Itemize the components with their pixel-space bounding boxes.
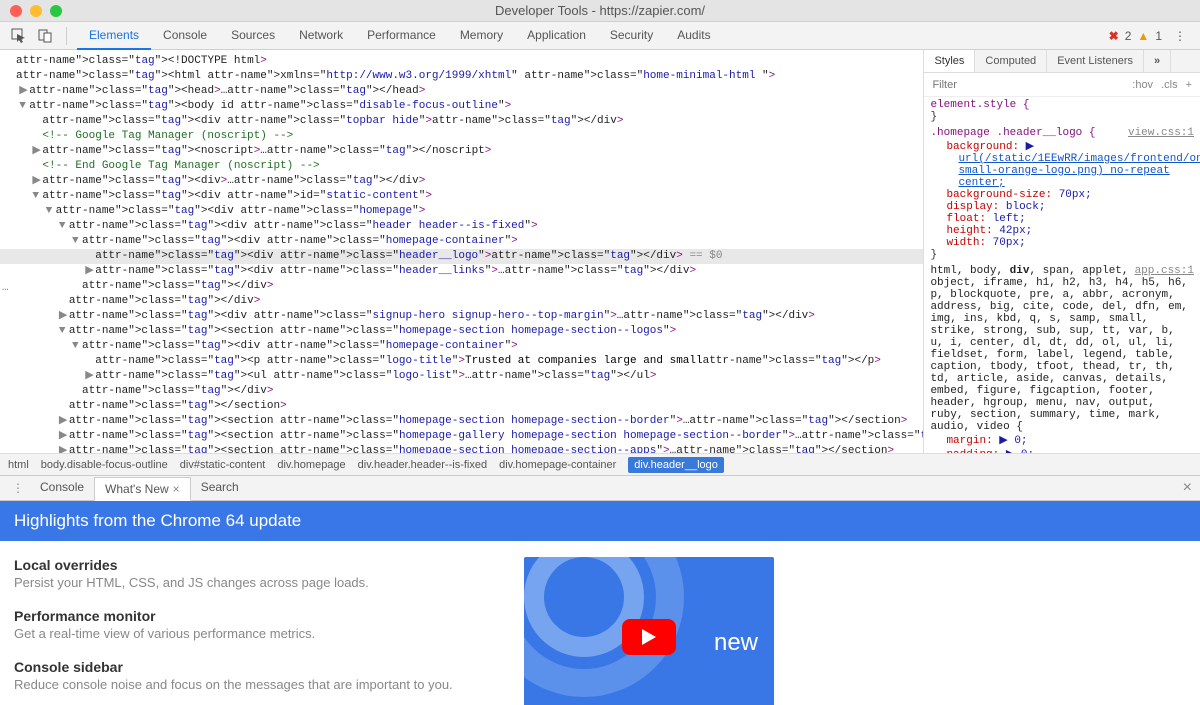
close-tab-icon[interactable]: × [173,482,180,496]
whatsnew-thumb-label: new [714,629,758,657]
dom-node[interactable]: attr-name">class="tag"><p attr-name">cla… [0,354,923,369]
tab-sources[interactable]: Sources [219,22,287,50]
cls-toggle[interactable]: .cls [1161,79,1178,91]
dom-node[interactable]: attr-name">class="tag"><div attr-name">c… [0,114,923,129]
breadcrumb-item[interactable]: div.homepage-container [499,459,616,471]
gutter-ellipsis: … [0,282,9,294]
whatsnew-item-desc: Reduce console noise and focus on the me… [14,677,484,692]
dom-node[interactable]: ▼attr-name">class="tag"><div attr-name">… [0,189,923,204]
elements-breadcrumb: html body.disable-focus-outline div#static… [0,453,1200,475]
whatsnew-item-title: Performance monitor [14,608,484,624]
drawer-tab-what-s-new[interactable]: What's New× [94,477,191,501]
whatsnew-item[interactable]: Performance monitor Get a real-time view … [14,608,484,641]
whatsnew-banner: Highlights from the Chrome 64 update [0,501,1200,541]
drawer-menu-icon[interactable]: ⋮ [8,481,28,495]
dom-node[interactable]: ▼attr-name">class="tag"><div attr-name">… [0,234,923,249]
styles-tab-styles[interactable]: Styles [924,50,975,72]
elements-dom-tree[interactable]: … attr-name">class="tag"><!DOCTYPE html>… [0,50,923,453]
dom-node[interactable]: ▼attr-name">class="tag"><section attr-na… [0,324,923,339]
dom-node[interactable]: ▶attr-name">class="tag"><noscript>…attr-… [0,144,923,159]
dom-node[interactable]: ▶attr-name">class="tag"><section attr-na… [0,444,923,453]
devtools-toolbar: ElementsConsoleSourcesNetworkPerformance… [0,22,1200,50]
dom-node[interactable]: ▶attr-name">class="tag"><section attr-na… [0,414,923,429]
dom-node[interactable]: attr-name">class="tag"></div> [0,294,923,309]
warning-count-icon[interactable]: ▲ [1137,29,1149,43]
whatsnew-item-title: Local overrides [14,557,484,573]
whatsnew-item-title: Console sidebar [14,659,484,675]
dom-node[interactable]: ▶attr-name">class="tag"><section attr-na… [0,429,923,444]
tab-performance[interactable]: Performance [355,22,448,50]
styles-filter-row: :hov .cls + [924,73,1200,97]
styles-rules[interactable]: element.style {}view.css:1.homepage .hea… [924,97,1200,453]
dom-node[interactable]: <!-- End Google Tag Manager (noscript) -… [0,159,923,174]
styles-tabs: StylesComputedEvent Listeners» [924,50,1200,73]
dom-node[interactable]: attr-name">class="tag"><html attr-name">… [0,69,923,84]
dom-node[interactable]: attr-name">class="tag"></div> [0,279,923,294]
dom-node[interactable]: ▶attr-name">class="tag"><div>…attr-name"… [0,174,923,189]
dom-node[interactable]: ▼attr-name">class="tag"><div attr-name">… [0,339,923,354]
breadcrumb-item[interactable]: body.disable-focus-outline [41,459,168,471]
tab-memory[interactable]: Memory [448,22,515,50]
dom-node[interactable]: ▶attr-name">class="tag"><head>…attr-name… [0,84,923,99]
tab-security[interactable]: Security [598,22,665,50]
styles-tab-computed[interactable]: Computed [975,50,1047,72]
dom-node[interactable]: attr-name">class="tag"></section> [0,399,923,414]
drawer-close-icon[interactable]: × [1183,479,1192,497]
new-style-rule-icon[interactable]: + [1186,79,1192,91]
tab-console[interactable]: Console [151,22,219,50]
whatsnew-item[interactable]: Console sidebar Reduce console noise and … [14,659,484,692]
drawer-tab-search[interactable]: Search [191,476,249,500]
window-title: Developer Tools - https://zapier.com/ [0,3,1200,18]
devtools-tabs: ElementsConsoleSourcesNetworkPerformance… [77,22,723,50]
dom-node[interactable]: ▶attr-name">class="tag"><div attr-name">… [0,309,923,324]
warning-count: 1 [1155,29,1162,43]
hov-toggle[interactable]: :hov [1132,79,1153,91]
breadcrumb-item[interactable]: div#static-content [180,459,266,471]
error-count: 2 [1125,29,1132,43]
dom-node[interactable]: ▼attr-name">class="tag"><div attr-name">… [0,219,923,234]
dom-node[interactable]: attr-name">class="tag"><div attr-name">c… [0,249,923,264]
window-titlebar: Developer Tools - https://zapier.com/ [0,0,1200,22]
breadcrumb-item[interactable]: html [8,459,29,471]
drawer-tabs: ⋮ ConsoleWhat's New×Search × [0,475,1200,501]
whatsnew-item[interactable]: Local overrides Persist your HTML, CSS, a… [14,557,484,590]
breadcrumb-item[interactable]: div.homepage [277,459,345,471]
breadcrumb-item[interactable]: div.header__logo [628,457,724,473]
tab-application[interactable]: Application [515,22,598,50]
drawer-tab-console[interactable]: Console [30,476,94,500]
styles-tabs-more-icon[interactable]: » [1144,50,1171,72]
dom-node[interactable]: attr-name">class="tag"><!DOCTYPE html> [0,54,923,69]
dom-node[interactable]: ▼attr-name">class="tag"><div attr-name">… [0,204,923,219]
dom-node[interactable]: ▶attr-name">class="tag"><div attr-name">… [0,264,923,279]
styles-sidebar: StylesComputedEvent Listeners» :hov .cls… [923,50,1200,453]
dom-node[interactable]: ▼attr-name">class="tag"><body id attr-na… [0,99,923,114]
dom-node[interactable]: <!-- Google Tag Manager (noscript) --> [0,129,923,144]
error-count-icon[interactable]: ✖ [1109,29,1119,43]
dom-node[interactable]: ▶attr-name">class="tag"><ul attr-name">c… [0,369,923,384]
whatsnew-item-desc: Persist your HTML, CSS, and JS changes a… [14,575,484,590]
whatsnew-item-desc: Get a real-time view of various performa… [14,626,484,641]
device-mode-icon[interactable] [34,25,56,47]
inspect-element-icon[interactable] [8,25,30,47]
play-icon[interactable] [622,619,676,655]
separator [66,27,67,45]
more-menu-icon[interactable]: ⋮ [1168,29,1192,43]
breadcrumb-item[interactable]: div.header.header--is-fixed [358,459,487,471]
tab-audits[interactable]: Audits [665,22,722,50]
styles-tab-event-listeners[interactable]: Event Listeners [1047,50,1144,72]
dom-node[interactable]: attr-name">class="tag"></div> [0,384,923,399]
styles-filter-input[interactable] [924,79,1132,91]
whatsnew-panel: Highlights from the Chrome 64 update Loc… [0,501,1200,705]
tab-network[interactable]: Network [287,22,355,50]
tab-elements[interactable]: Elements [77,22,151,50]
